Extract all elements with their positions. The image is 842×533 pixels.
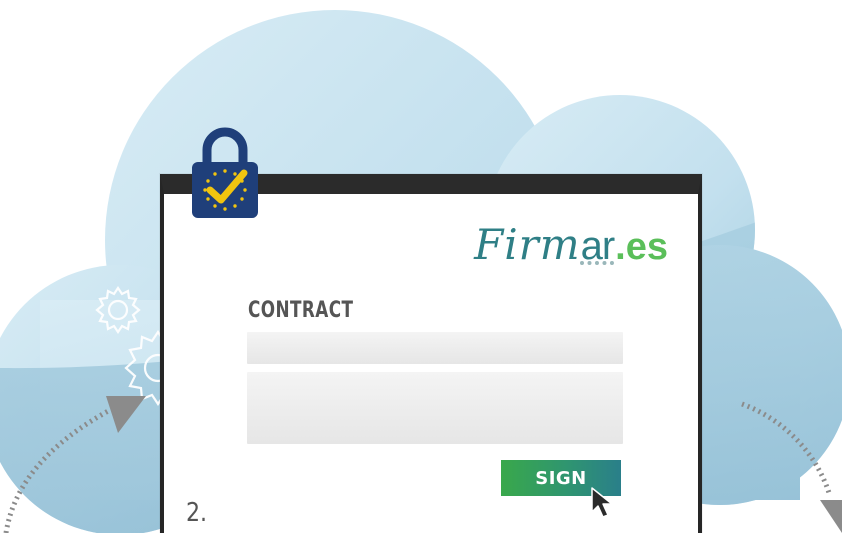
signing-illustration: Firm ar .es CONTRACT SIGN 2. bbox=[0, 0, 842, 533]
logo-script-text: Firm bbox=[474, 220, 581, 269]
padlock-eu-check-icon bbox=[192, 127, 258, 218]
cursor-arrow-icon bbox=[591, 487, 613, 518]
dotted-arrow-left-icon bbox=[3, 396, 146, 533]
contract-field-short[interactable] bbox=[247, 332, 623, 364]
logo-mar-text: ar bbox=[580, 224, 616, 268]
contract-field-long[interactable] bbox=[247, 372, 623, 444]
firmar-logo: Firm ar .es bbox=[474, 220, 668, 269]
step-number: 2. bbox=[186, 498, 208, 528]
contract-window: Firm ar .es CONTRACT SIGN 2. bbox=[160, 174, 702, 533]
logo-es-text: .es bbox=[615, 226, 668, 268]
contract-title: CONTRACT bbox=[248, 298, 354, 323]
dotted-arrow-right-icon bbox=[741, 401, 842, 533]
